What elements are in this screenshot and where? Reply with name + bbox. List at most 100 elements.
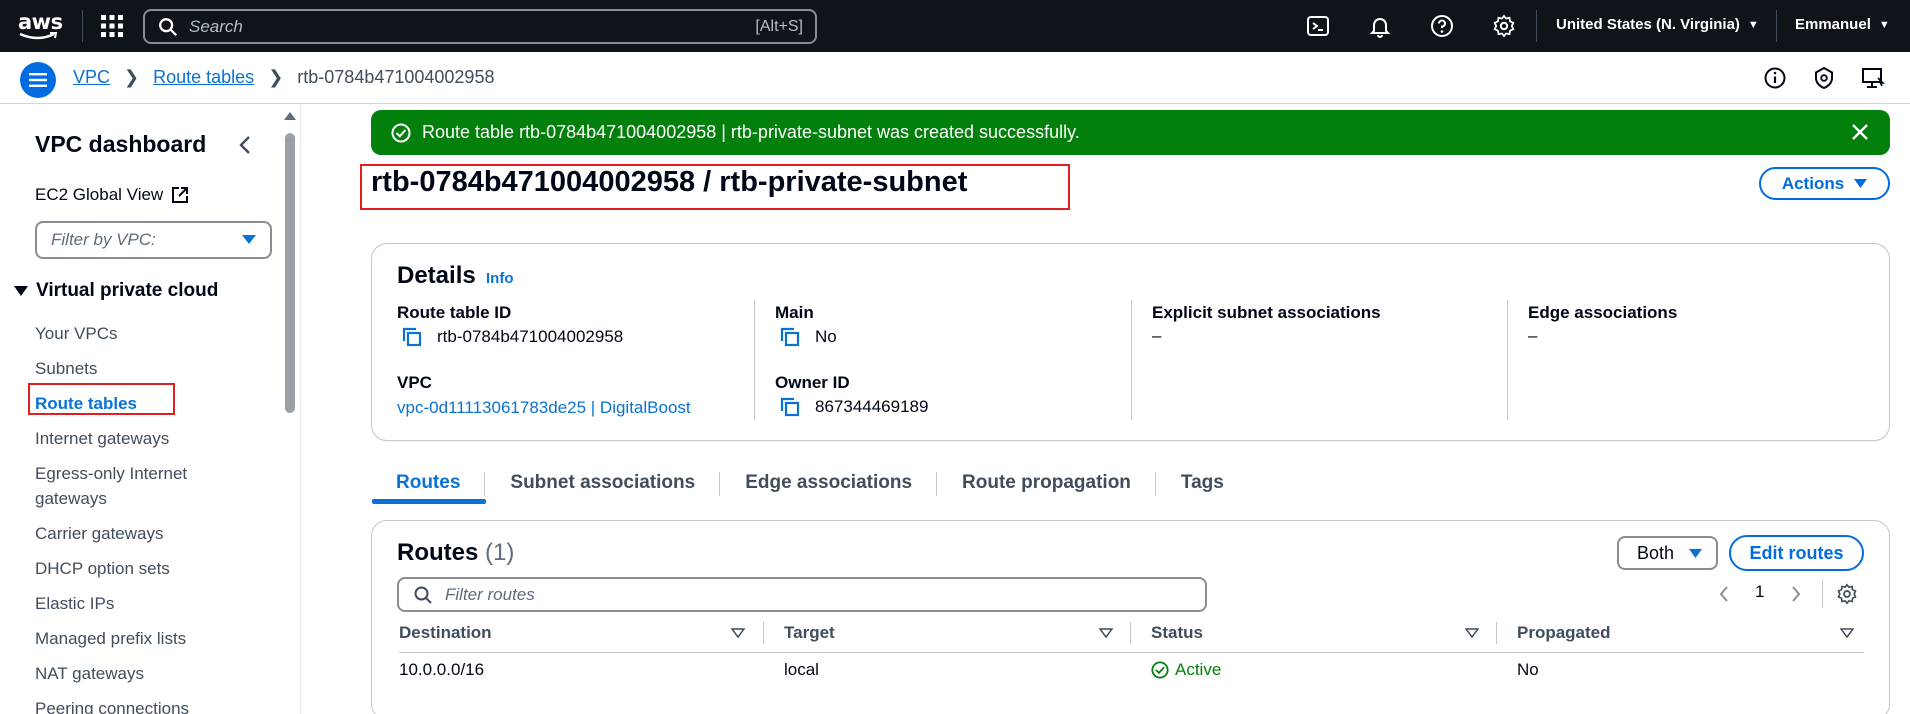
chevron-left-icon[interactable] — [236, 134, 254, 156]
sidebar-item-elastic-ips[interactable]: Elastic IPs — [35, 591, 114, 616]
explicit-subnet-associations-label: Explicit subnet associations — [1152, 303, 1381, 322]
sidebar-scrollbar[interactable] — [285, 133, 295, 413]
chevron-right-icon: ❯ — [268, 67, 284, 87]
breadcrumb-current: rtb-0784b471004002958 — [297, 67, 495, 87]
sidebar-item-dhcp-option-sets[interactable]: DHCP option sets — [35, 556, 170, 581]
edit-routes-button[interactable]: Edit routes — [1729, 535, 1864, 571]
sidebar-item-subnets[interactable]: Subnets — [35, 356, 97, 381]
table-preferences-gear-icon[interactable] — [1836, 583, 1858, 605]
sidebar-item-managed-prefix-lists[interactable]: Managed prefix lists — [35, 626, 186, 651]
search-icon — [414, 586, 432, 604]
nav-divider — [82, 10, 83, 42]
table-header-divider — [399, 652, 1864, 653]
column-divider — [763, 622, 764, 644]
sidebar-item-your-vpcs[interactable]: Your VPCs — [35, 321, 118, 346]
sidebar-item-peering-connections[interactable]: Peering connections — [35, 696, 189, 714]
aws-smile-icon — [19, 32, 58, 40]
sidebar-item-carrier-gateways[interactable]: Carrier gateways — [35, 521, 164, 546]
caret-down-icon — [242, 235, 256, 244]
help-icon[interactable] — [1430, 14, 1454, 38]
column-header-status[interactable]: Status — [1151, 623, 1203, 643]
pagination-previous-icon[interactable] — [1718, 584, 1730, 604]
route-table-id-value: rtb-0784b471004002958 — [401, 326, 623, 348]
sidebar-item-egress-only-internet-gateways[interactable]: Egress-only Internet gateways — [35, 461, 235, 511]
info-panel-icon[interactable] — [1763, 66, 1787, 90]
cell-propagated: No — [1517, 660, 1539, 679]
sidebar-item-nat-gateways[interactable]: NAT gateways — [35, 661, 144, 686]
region-selector[interactable]: United States (N. Virginia) ▼ — [1556, 16, 1759, 33]
flash-message: Route table rtb-0784b471004002958 | rtb-… — [422, 122, 1080, 142]
copy-icon[interactable] — [401, 326, 423, 348]
cloudshell-icon[interactable] — [1306, 14, 1330, 38]
filter-by-vpc-select[interactable]: Filter by VPC: — [35, 221, 272, 259]
settings-gear-icon[interactable] — [1492, 14, 1516, 38]
sort-caret-icon[interactable] — [1099, 628, 1113, 638]
close-icon[interactable] — [1850, 122, 1870, 142]
search-shortcut: [Alt+S] — [755, 17, 803, 35]
copy-icon[interactable] — [779, 326, 801, 348]
user-menu[interactable]: Emmanuel ▼ — [1795, 16, 1890, 33]
external-link-icon — [172, 187, 189, 203]
route-table-id-label: Route table ID — [397, 303, 512, 322]
edge-associations-value: – — [1528, 326, 1538, 345]
cell-status: Active — [1151, 660, 1221, 680]
details-info-link[interactable]: Info — [486, 270, 514, 287]
aws-logo[interactable]: aws — [18, 10, 64, 42]
column-header-propagated[interactable]: Propagated — [1517, 623, 1611, 643]
caret-down-icon — [1689, 548, 1702, 558]
cell-target: local — [784, 660, 819, 679]
caret-down-icon — [1854, 179, 1868, 188]
sidebar-item-internet-gateways[interactable]: Internet gateways — [35, 426, 169, 451]
side-nav-toggle-button[interactable] — [20, 62, 56, 98]
breadcrumb-route-tables[interactable]: Route tables — [153, 67, 254, 88]
sidebar-divider — [300, 105, 301, 714]
status-success-icon — [1151, 661, 1169, 679]
vpc-link[interactable]: vpc-0d11113061783de25 | DigitalBoost — [397, 398, 691, 418]
top-navigation: aws Search [Alt+S] United States (N. Vir… — [0, 0, 1910, 52]
tab-subnet-associations[interactable]: Subnet associations — [485, 462, 721, 504]
column-divider — [1130, 622, 1131, 644]
detail-tabs: Routes Subnet associations Edge associat… — [371, 462, 1249, 504]
route-filter-select[interactable]: Both — [1617, 536, 1718, 570]
tutorial-panel-icon[interactable] — [1861, 66, 1885, 90]
owner-id-label: Owner ID — [775, 373, 850, 392]
sidebar-section-virtual-private-cloud[interactable]: Virtual private cloud — [14, 280, 218, 302]
cell-destination: 10.0.0.0/16 — [399, 660, 485, 679]
sort-caret-icon[interactable] — [1465, 628, 1479, 638]
breadcrumb-vpc[interactable]: VPC — [73, 67, 110, 88]
pagination-next-icon[interactable] — [1790, 584, 1802, 604]
hamburger-icon — [29, 73, 47, 87]
scroll-up-arrow-icon[interactable] — [284, 112, 296, 120]
column-header-target[interactable]: Target — [784, 623, 835, 643]
sort-caret-icon[interactable] — [1840, 628, 1854, 638]
explicit-subnet-associations-value: – — [1152, 326, 1162, 345]
nav-divider — [1536, 10, 1537, 42]
sidebar-ec2-global-view-link[interactable]: EC2 Global View — [35, 185, 189, 205]
sidebar-title: VPC dashboard — [35, 131, 207, 157]
column-header-destination[interactable]: Destination — [399, 623, 492, 643]
caret-down-icon — [14, 286, 28, 296]
caret-down-icon: ▼ — [1747, 18, 1759, 31]
column-divider — [754, 300, 755, 420]
sort-caret-icon[interactable] — [731, 628, 745, 638]
success-flash-banner: Route table rtb-0784b471004002958 | rtb-… — [371, 110, 1890, 155]
notifications-bell-icon[interactable] — [1368, 14, 1392, 38]
global-search-input[interactable]: Search [Alt+S] — [143, 9, 817, 44]
tab-edge-associations[interactable]: Edge associations — [720, 462, 938, 504]
tab-routes[interactable]: Routes — [371, 462, 486, 504]
services-grid-icon[interactable] — [100, 14, 124, 38]
shield-gear-icon[interactable] — [1812, 66, 1836, 90]
copy-icon[interactable] — [779, 396, 801, 418]
actions-button[interactable]: Actions — [1759, 167, 1890, 200]
search-placeholder: Search — [189, 16, 243, 36]
column-divider — [1496, 622, 1497, 644]
tab-route-propagation[interactable]: Route propagation — [937, 462, 1156, 504]
main-value: No — [779, 326, 837, 348]
search-icon — [159, 17, 178, 36]
filter-routes-input[interactable]: Filter routes — [397, 577, 1207, 612]
check-circle-icon — [391, 123, 411, 142]
column-divider — [1507, 300, 1508, 420]
column-divider — [1131, 300, 1132, 420]
pagination-current-page[interactable]: 1 — [1755, 582, 1764, 602]
tab-tags[interactable]: Tags — [1156, 462, 1249, 504]
